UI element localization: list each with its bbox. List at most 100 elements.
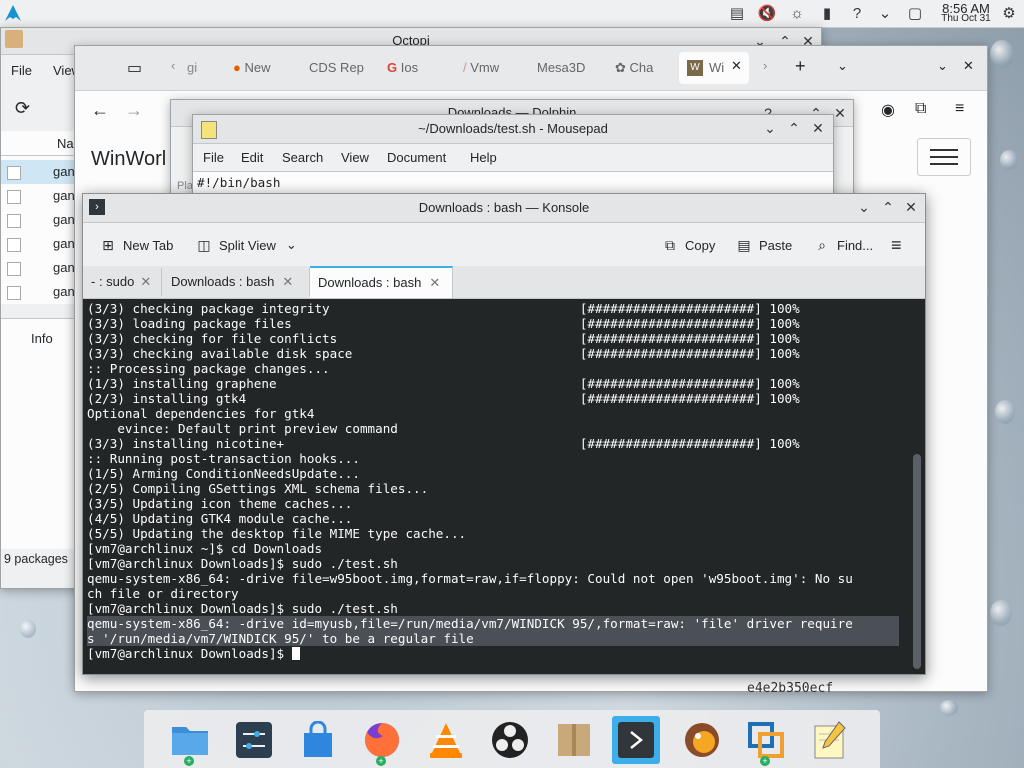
expand-tray-icon[interactable]: ⌄ — [876, 4, 894, 22]
minimize-icon[interactable]: ⌄ — [937, 58, 948, 74]
mousepad-icon[interactable] — [806, 716, 854, 764]
terminal-line-selected: qemu-system-x86_64: -drive id=myusb,file… — [87, 616, 899, 631]
virtualbox-icon[interactable]: + — [742, 716, 790, 766]
list-item[interactable]: gan — [1, 160, 77, 184]
vlc-icon[interactable] — [422, 716, 470, 764]
copy-button[interactable]: ⧉ Copy — [661, 234, 715, 256]
list-item[interactable]: gan — [1, 208, 77, 232]
konsole-icon[interactable] — [612, 716, 660, 764]
volume-muted-icon[interactable]: 🔇 — [758, 4, 777, 22]
octopi-icon[interactable] — [678, 716, 726, 764]
files-icon[interactable]: + — [166, 716, 214, 766]
wallpaper-droplet — [990, 600, 1012, 626]
column-name-header[interactable]: Na — [57, 136, 74, 151]
tab-list-icon[interactable]: ⌄ — [837, 58, 848, 74]
split-view-button[interactable]: ◫ Split View ⌄ — [195, 234, 297, 256]
new-tab-button[interactable]: ⊞ New Tab — [99, 234, 173, 256]
browser-tab[interactable]: gi — [187, 60, 197, 75]
info-panel: Info — [1, 318, 77, 549]
battery-icon[interactable]: ▮ — [818, 4, 836, 22]
terminal-line: (3/5) Updating icon theme caches... — [87, 496, 353, 511]
terminal-output: (3/3) checking package integrity [######… — [87, 301, 899, 661]
brightness-icon[interactable]: ☼ — [788, 4, 806, 22]
extensions-icon[interactable]: ⧉ — [915, 100, 926, 118]
top-panel: ▤ 🔇 ☼ ▮ ? ⌄ ▢ 8:56 AM Thu Oct 31 ⚙ — [0, 0, 1024, 28]
arch-launcher-icon[interactable] — [4, 4, 22, 22]
paste-button[interactable]: ▤ Paste — [735, 234, 792, 256]
octopi-menu-file[interactable]: File — [11, 63, 32, 78]
menu-document[interactable]: Document — [387, 150, 446, 165]
chevron-down-icon: ⌄ — [285, 237, 297, 252]
menu-icon[interactable]: ≡ — [955, 100, 964, 118]
browser-tab[interactable]: / Vmw — [463, 60, 499, 75]
browser-tab[interactable]: ● New — [233, 60, 271, 75]
terminal-scrollbar[interactable] — [913, 454, 921, 669]
close-tab-icon: ✕ — [282, 274, 294, 289]
new-tab-icon[interactable]: + — [795, 56, 806, 77]
back-icon[interactable]: ← — [91, 100, 109, 121]
paste-icon: ▤ — [737, 236, 751, 253]
site-menu-button[interactable] — [917, 138, 971, 176]
obs-icon[interactable] — [486, 716, 534, 764]
list-item[interactable]: gan — [1, 256, 77, 280]
settings-icon[interactable]: ⚙ — [1000, 4, 1018, 22]
terminal-line: (4/5) Updating GTK4 module cache... — [87, 511, 353, 526]
terminal-line: evince: Default print preview command — [87, 421, 398, 436]
menu-help[interactable]: Help — [470, 150, 497, 165]
tab-scroll-left-icon[interactable]: ‹ — [171, 58, 175, 73]
store-icon[interactable] — [294, 716, 342, 764]
browser-tab[interactable]: G Ios — [387, 60, 418, 75]
browser-tab-active[interactable]: W Wi ✕ — [679, 52, 749, 84]
browser-tabbar: ▭ ‹ gi ● New CDS Rep G Ios / Vmw Mesa3D … — [75, 46, 987, 91]
forward-icon[interactable]: → — [125, 100, 143, 121]
settings-icon[interactable] — [230, 716, 278, 764]
browser-tab[interactable]: ✿ Cha — [615, 60, 653, 76]
network-icon[interactable]: ? — [848, 4, 866, 22]
list-item[interactable]: gan — [1, 280, 77, 304]
split-view-icon: ◫ — [197, 236, 211, 253]
tab-downloads-bash-active[interactable]: Downloads : bash ✕ — [310, 266, 453, 298]
maximize-icon[interactable]: ⌃ — [879, 198, 897, 216]
menu-file[interactable]: File — [203, 150, 224, 165]
minimize-icon[interactable]: ⌄ — [761, 119, 779, 137]
package-list: gan gan gan gan gan gan — [1, 156, 77, 304]
browser-tab[interactable]: Mesa3D — [537, 60, 585, 75]
close-icon[interactable]: ✕ — [809, 119, 827, 137]
hamburger-menu-icon[interactable]: ≡ — [891, 234, 902, 256]
mousepad-titlebar[interactable]: ~/Downloads/test.sh - Mousepad ⌄ ⌃ ✕ — [193, 115, 833, 144]
menu-view[interactable]: View — [341, 150, 369, 165]
new-tab-icon: ⊞ — [102, 236, 114, 253]
close-icon[interactable]: ✕ — [963, 58, 974, 74]
terminal-line: (2/5) Compiling GSettings XML schema fil… — [87, 481, 429, 496]
tab-overview-icon[interactable]: ▭ — [127, 58, 142, 78]
menu-edit[interactable]: Edit — [241, 150, 263, 165]
show-desktop-icon[interactable]: ▢ — [906, 4, 924, 22]
editor-line: #!/bin/bash — [197, 175, 281, 190]
firefox-icon: ● — [233, 60, 241, 75]
firefox-icon[interactable]: + — [358, 716, 406, 766]
close-icon[interactable]: ✕ — [902, 198, 920, 216]
list-item[interactable]: gan — [1, 232, 77, 256]
browser-tab[interactable]: CDS Rep — [309, 60, 364, 75]
page-heading: WinWorl — [91, 148, 167, 170]
tab-sudo[interactable]: - : sudo ✕ — [83, 268, 162, 296]
menu-search[interactable]: Search — [282, 150, 323, 165]
tab-downloads-bash[interactable]: Downloads : bash ✕ — [163, 268, 310, 296]
account-icon[interactable]: ◉ — [881, 100, 895, 120]
wallpaper-droplet — [940, 700, 958, 716]
refresh-icon[interactable]: ⟳ — [15, 98, 30, 119]
clock-date[interactable]: Thu Oct 31 — [936, 13, 996, 24]
list-item[interactable]: gan — [1, 184, 77, 208]
find-button[interactable]: ⌕ Find... — [813, 234, 873, 256]
octopi-app-icon — [5, 30, 23, 48]
search-icon: ⌕ — [818, 236, 826, 253]
clipboard-icon[interactable]: ▤ — [728, 4, 746, 22]
archive-icon[interactable] — [550, 716, 598, 764]
minimize-icon[interactable]: ⌄ — [855, 198, 873, 216]
terminal-area[interactable]: (3/3) checking package integrity [######… — [83, 299, 925, 674]
tab-scroll-right-icon[interactable]: › — [763, 58, 767, 73]
maximize-icon[interactable]: ⌃ — [785, 119, 803, 137]
konsole-titlebar[interactable]: › Downloads : bash — Konsole ⌄ ⌃ ✕ — [83, 194, 925, 223]
status-bar-text: 9 packages — [4, 552, 68, 566]
tab-info[interactable]: Info — [31, 331, 53, 346]
